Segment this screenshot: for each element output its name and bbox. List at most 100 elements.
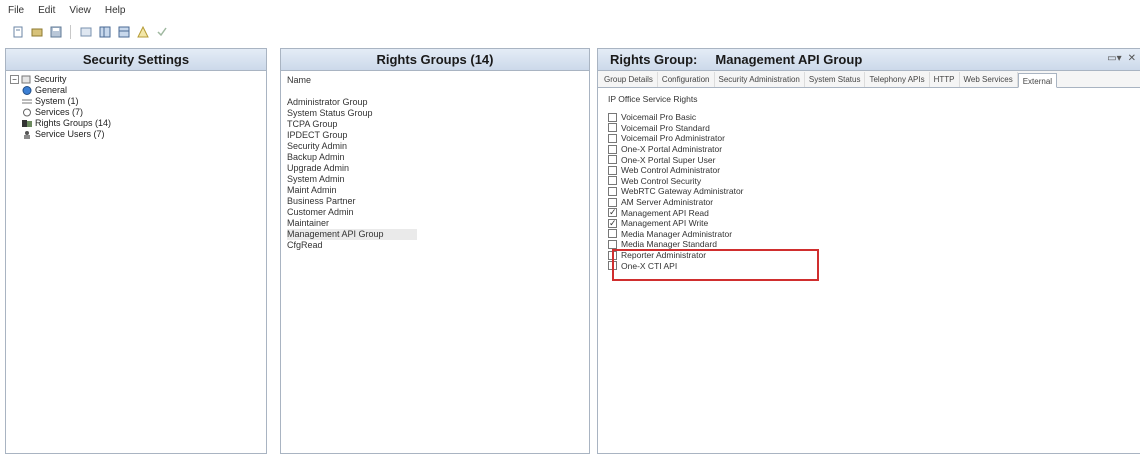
rights-group-item[interactable]: CfgRead — [287, 240, 583, 251]
tab-http[interactable]: HTTP — [930, 72, 960, 87]
view-icon[interactable] — [78, 25, 93, 40]
checkbox[interactable] — [608, 112, 617, 122]
rights-groups-title: Rights Groups (14) — [281, 49, 589, 71]
checkbox[interactable] — [608, 218, 617, 229]
rights-group-item[interactable]: System Status Group — [287, 108, 583, 119]
checkbox-label: One-X Portal Administrator — [621, 144, 723, 155]
tab-telephony-apis[interactable]: Telephony APIs — [865, 72, 930, 87]
checkbox[interactable] — [608, 155, 617, 165]
warning-icon[interactable] — [135, 25, 150, 40]
tree-label: Service Users (7) — [35, 129, 105, 139]
right-am-server-administrator[interactable]: AM Server Administrator — [608, 197, 1130, 208]
toolbar — [0, 21, 1140, 43]
options-icon[interactable]: ▭▾ — [1107, 53, 1121, 64]
rights-group-item[interactable]: Maintainer — [287, 218, 583, 229]
tree-item-rights-groups[interactable]: Rights Groups (14) — [10, 118, 262, 129]
menu-bar: File Edit View Help — [0, 0, 1140, 20]
tab-configuration[interactable]: Configuration — [658, 72, 715, 87]
right-web-control-administrator[interactable]: Web Control Administrator — [608, 165, 1130, 176]
validate-icon[interactable] — [154, 25, 169, 40]
checkbox-label: AM Server Administrator — [621, 197, 714, 208]
right-one-x-portal-administrator[interactable]: One-X Portal Administrator — [608, 144, 1130, 155]
security-settings-title: Security Settings — [6, 49, 266, 71]
checkbox[interactable] — [608, 165, 617, 175]
rights-groups-pane: Rights Groups (14) Name Administrator Gr… — [280, 48, 590, 454]
rights-group-item[interactable]: System Admin — [287, 174, 583, 185]
tree-item-system[interactable]: System (1) — [10, 96, 262, 107]
checkbox[interactable] — [608, 207, 617, 218]
layout-icon[interactable] — [116, 25, 131, 40]
rights-group-item[interactable]: Customer Admin — [287, 207, 583, 218]
tree-label: General — [35, 85, 68, 95]
rights-group-item[interactable]: Backup Admin — [287, 152, 583, 163]
security-folder-icon — [21, 75, 31, 84]
right-voicemail-pro-basic[interactable]: Voicemail Pro Basic — [608, 112, 1130, 123]
globe-icon — [22, 86, 32, 95]
checkbox-label: Media Manager Standard — [621, 239, 717, 250]
rights-group-item[interactable]: Upgrade Admin — [287, 163, 583, 174]
right-media-manager-administrator[interactable]: Media Manager Administrator — [608, 229, 1130, 240]
checkbox-label: Management API Write — [621, 218, 709, 229]
right-webrtc-gateway-administrator[interactable]: WebRTC Gateway Administrator — [608, 186, 1130, 197]
open-icon[interactable] — [29, 25, 44, 40]
checkbox[interactable] — [608, 197, 617, 207]
checkbox-label: One-X Portal Super User — [621, 154, 716, 165]
rights-group-item[interactable]: TCPA Group — [287, 119, 583, 130]
rights-group-item[interactable]: Management API Group — [287, 229, 417, 240]
menu-view[interactable]: View — [69, 5, 91, 16]
toolbar-separator — [70, 25, 71, 39]
right-web-control-security[interactable]: Web Control Security — [608, 176, 1130, 187]
checkbox[interactable] — [608, 229, 617, 239]
tree-item-general[interactable]: General — [10, 85, 262, 96]
tree-item-security[interactable]: − Security — [10, 74, 262, 85]
rights-group-item[interactable]: Administrator Group — [287, 97, 583, 108]
checkbox[interactable] — [608, 176, 617, 186]
right-management-api-write[interactable]: Management API Write — [608, 218, 1130, 229]
menu-edit[interactable]: Edit — [38, 5, 55, 16]
menu-help[interactable]: Help — [105, 5, 126, 16]
menu-file[interactable]: File — [8, 5, 24, 16]
rights-group-item[interactable]: Business Partner — [287, 196, 583, 207]
tab-external[interactable]: External — [1017, 73, 1058, 88]
checkbox-label: Web Control Security — [621, 175, 702, 186]
tree-item-service-users[interactable]: Service Users (7) — [10, 129, 262, 140]
right-management-api-read[interactable]: Management API Read — [608, 207, 1130, 218]
checkbox-label: Voicemail Pro Basic — [621, 112, 697, 123]
checkbox-label: Web Control Administrator — [621, 165, 721, 176]
services-icon — [22, 108, 32, 117]
security-settings-pane: Security Settings − Security General Sys… — [5, 48, 267, 454]
collapse-icon[interactable]: − — [10, 75, 19, 84]
panel-icon[interactable] — [97, 25, 112, 40]
rights-group-label: Rights Group: — [610, 52, 698, 67]
checkbox[interactable] — [608, 133, 617, 143]
rights-groups-list: Name Administrator Group System Status Gr… — [281, 71, 589, 255]
checkbox[interactable] — [608, 144, 617, 154]
new-config-icon[interactable] — [10, 25, 25, 40]
checkbox-label: Media Manager Administrator — [621, 228, 733, 239]
save-icon[interactable] — [48, 25, 63, 40]
header-tools: ▭▾ ✕ — [1107, 53, 1136, 64]
tab-web-services[interactable]: Web Services — [960, 72, 1018, 87]
tree-item-services[interactable]: Services (7) — [10, 107, 262, 118]
name-column-header[interactable]: Name — [287, 75, 583, 89]
tab-security-administration[interactable]: Security Administration — [715, 72, 805, 87]
right-one-x-portal-super-user[interactable]: One-X Portal Super User — [608, 154, 1130, 165]
checkbox[interactable] — [608, 123, 617, 133]
checkbox[interactable] — [608, 239, 617, 249]
checkbox-label: Voicemail Pro Administrator — [621, 133, 725, 144]
checkbox[interactable] — [608, 186, 617, 196]
tab-system-status[interactable]: System Status — [805, 72, 866, 87]
right-voicemail-pro-standard[interactable]: Voicemail Pro Standard — [608, 123, 1130, 134]
tree-label: Security — [34, 74, 67, 84]
close-icon[interactable]: ✕ — [1128, 53, 1136, 64]
security-tree: − Security General System (1) Services (… — [6, 71, 266, 143]
tab-group-details[interactable]: Group Details — [600, 72, 658, 87]
rights-group-item[interactable]: IPDECT Group — [287, 130, 583, 141]
right-voicemail-pro-administrator[interactable]: Voicemail Pro Administrator — [608, 133, 1130, 144]
rights-group-item[interactable]: Maint Admin — [287, 185, 583, 196]
checkbox-label: WebRTC Gateway Administrator — [621, 186, 744, 197]
rights-group-item[interactable]: Security Admin — [287, 141, 583, 152]
rights-groups-icon — [22, 119, 32, 128]
checkbox-label: Management API Read — [621, 207, 709, 218]
rights-group-tabs: Group Details Configuration Security Admin… — [598, 71, 1140, 88]
